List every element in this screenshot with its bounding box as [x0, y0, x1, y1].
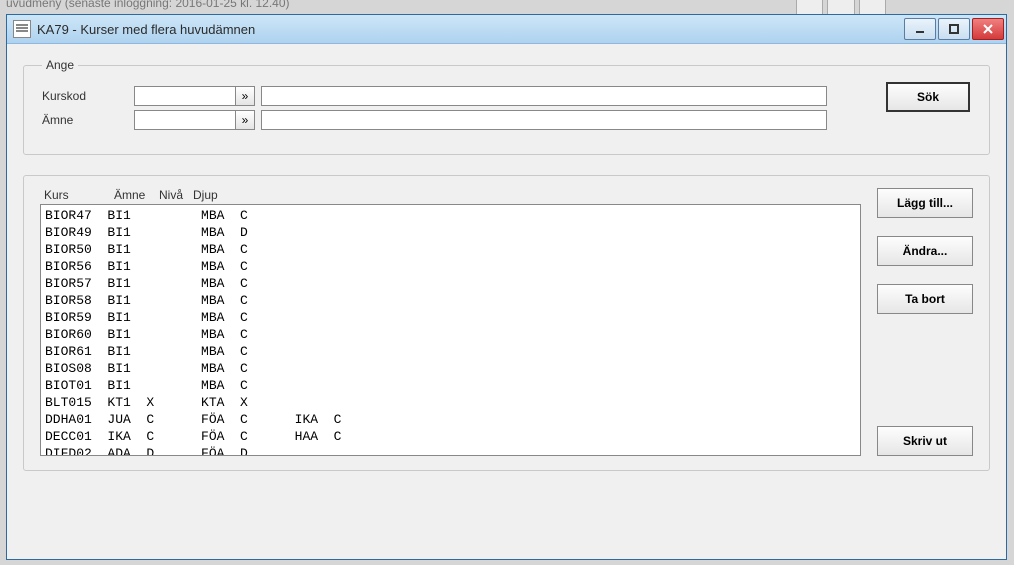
amne-label: Ämne	[42, 113, 134, 127]
amne-picker-button[interactable]: »	[235, 110, 255, 130]
table-row[interactable]: BIOR59 BI1 MBA C	[45, 309, 856, 326]
table-row[interactable]: BLT015 KT1 X KTA X	[45, 394, 856, 411]
lagg-till-button[interactable]: Lägg till...	[877, 188, 973, 218]
results-fieldset: KursÄmneNivåDjup BIOR47 BI1 MBA C BIOR49…	[23, 175, 990, 471]
amne-input[interactable]	[134, 110, 236, 130]
table-row[interactable]: BIOR57 BI1 MBA C	[45, 275, 856, 292]
titlebar[interactable]: KA79 - Kurser med flera huvudämnen	[7, 15, 1006, 44]
minimize-icon	[914, 23, 926, 35]
table-row[interactable]: BIOR47 BI1 MBA C	[45, 207, 856, 224]
table-row[interactable]: DIFD02 ADA D FÖA D	[45, 445, 856, 456]
table-row[interactable]: BIOR58 BI1 MBA C	[45, 292, 856, 309]
window-title: KA79 - Kurser med flera huvudämnen	[37, 22, 904, 37]
table-row[interactable]: BIOR56 BI1 MBA C	[45, 258, 856, 275]
kurskod-input[interactable]	[134, 86, 236, 106]
minimize-button[interactable]	[904, 18, 936, 40]
andra-button[interactable]: Ändra...	[877, 236, 973, 266]
close-icon	[982, 23, 994, 35]
table-row[interactable]: DDHA01 JUA C FÖA C IKA C	[45, 411, 856, 428]
close-button[interactable]	[972, 18, 1004, 40]
skriv-ut-button[interactable]: Skriv ut	[877, 426, 973, 456]
table-row[interactable]: DECC01 IKA C FÖA C HAA C	[45, 428, 856, 445]
ta-bort-button[interactable]: Ta bort	[877, 284, 973, 314]
ange-legend: Ange	[42, 58, 78, 72]
table-row[interactable]: BIOT01 BI1 MBA C	[45, 377, 856, 394]
ange-fieldset: Ange Kurskod » Ämne »	[23, 58, 990, 155]
table-row[interactable]: BIOR61 BI1 MBA C	[45, 343, 856, 360]
list-header: KursÄmneNivåDjup	[40, 188, 861, 202]
table-row[interactable]: BIOR50 BI1 MBA C	[45, 241, 856, 258]
amne-desc-input[interactable]	[261, 110, 827, 130]
app-icon	[13, 20, 31, 38]
sok-button[interactable]: Sök	[886, 82, 970, 112]
table-row[interactable]: BIOS08 BI1 MBA C	[45, 360, 856, 377]
results-listbox[interactable]: BIOR47 BI1 MBA C BIOR49 BI1 MBA D BIOR50…	[40, 204, 861, 456]
maximize-icon	[948, 23, 960, 35]
kurskod-picker-button[interactable]: »	[235, 86, 255, 106]
window-ka79: KA79 - Kurser med flera huvudämnen Sök A…	[6, 14, 1007, 560]
table-row[interactable]: BIOR49 BI1 MBA D	[45, 224, 856, 241]
maximize-button[interactable]	[938, 18, 970, 40]
table-row[interactable]: BIOR60 BI1 MBA C	[45, 326, 856, 343]
kurskod-desc-input[interactable]	[261, 86, 827, 106]
kurskod-label: Kurskod	[42, 89, 134, 103]
